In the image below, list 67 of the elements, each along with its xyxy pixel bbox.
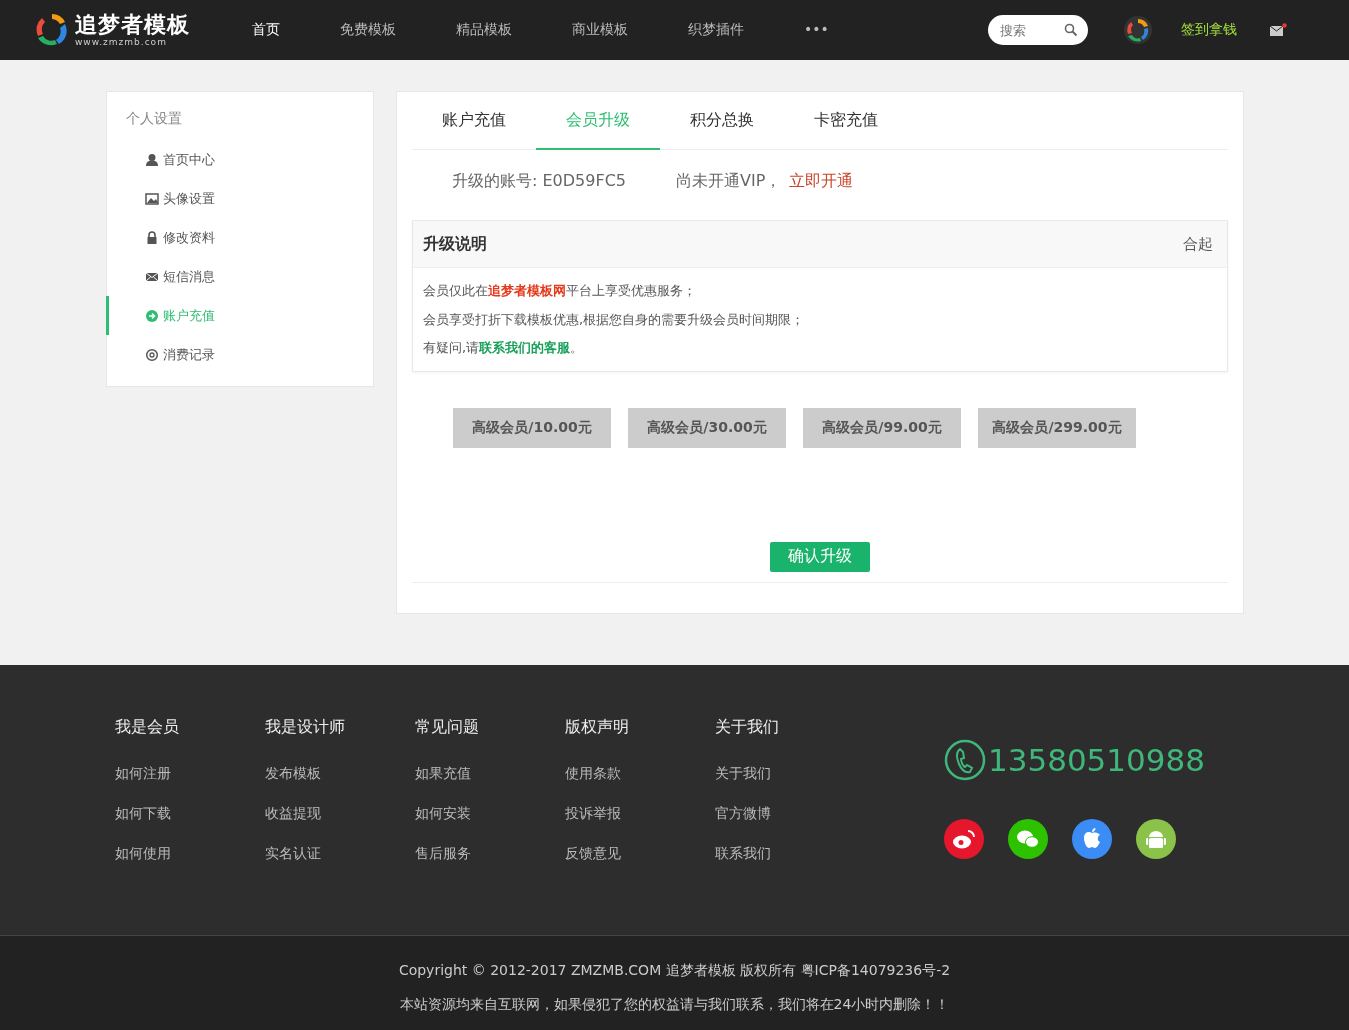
footer-link[interactable]: 实名认证 [265, 844, 415, 885]
sidebar-item[interactable]: 短信消息 [106, 257, 373, 296]
nav-link[interactable]: ••• [804, 21, 829, 39]
ring-icon [145, 347, 159, 362]
account-label: 升级的账号: E0D59FC5 [452, 170, 626, 192]
footer-link[interactable]: 发布模板 [265, 764, 415, 805]
footer-link[interactable]: 关于我们 [715, 764, 865, 805]
plan-button[interactable]: 高级会员/299.00元 [978, 407, 1136, 448]
phone-icon [944, 738, 986, 781]
footer-link[interactable]: 反馈意见 [565, 844, 715, 885]
logo-url: www.zmzmb.com [75, 37, 168, 47]
footer-link[interactable]: 使用条款 [565, 764, 715, 805]
footer-link[interactable]: 售后服务 [415, 844, 565, 885]
collapse-link[interactable]: 合起 [1183, 234, 1213, 254]
footer-link[interactable]: 收益提现 [265, 804, 415, 845]
footer-link[interactable]: 如何使用 [115, 844, 265, 885]
phone-number: 13580510988 [988, 741, 1205, 778]
activate-link[interactable]: 立即开通 [789, 170, 854, 192]
vip-status: 尚未开通VIP， [676, 170, 782, 192]
arrow-circle-icon [145, 308, 159, 323]
avatar-icon[interactable] [1123, 15, 1153, 45]
signin-link[interactable]: 签到拿钱 [1181, 21, 1237, 39]
nav-link[interactable]: 首页 [252, 21, 280, 39]
footer-link[interactable]: 官方微博 [715, 804, 865, 845]
lock-icon [145, 230, 159, 245]
user-icon [145, 152, 159, 167]
info-text: 有疑问,请联系我们的客服。 [423, 339, 585, 357]
footer-link[interactable]: 如何下载 [115, 804, 265, 845]
footer-link[interactable]: 如果充值 [415, 764, 565, 805]
footer-heading: 常见问题 [415, 716, 480, 738]
footer-heading: 我是会员 [115, 716, 180, 738]
tab[interactable]: 卡密充值 [784, 92, 908, 150]
tab[interactable]: 账户充值 [412, 92, 536, 150]
plan-button[interactable]: 高级会员/10.00元 [453, 407, 611, 448]
footer-link[interactable]: 如何安装 [415, 804, 565, 845]
nav-link[interactable]: 织梦插件 [688, 21, 744, 39]
sidebar-title: 个人设置 [125, 110, 183, 128]
footer-link[interactable]: 联系我们 [715, 844, 865, 885]
wechat-icon[interactable] [1008, 818, 1048, 859]
weibo-icon[interactable] [944, 818, 984, 859]
info-text: 会员享受打折下载模板优惠,根据您自身的需要升级会员时间期限； [423, 310, 806, 329]
nav-link[interactable]: 免费模板 [340, 21, 396, 39]
panel-title: 升级说明 [423, 233, 487, 255]
mail-icon[interactable] [1269, 23, 1287, 37]
copyright-text: Copyright © 2012-2017 ZMZMB.COM 追梦者模板 版权所有 粤ICP备14079236号-2 [397, 961, 952, 980]
footer-link[interactable]: 如何注册 [115, 764, 265, 805]
search-field[interactable]: 搜索 [988, 15, 1088, 45]
nav-link[interactable]: 商业模板 [572, 21, 628, 39]
info-text: 会员仅此在追梦者模板网平台上享受优惠服务； [423, 282, 697, 300]
nav-link[interactable]: 精品模板 [456, 21, 512, 39]
notice-text: 本站资源均来自互联网，如果侵犯了您的权益请与我们联系，我们将在24小时内删除！！ [398, 995, 951, 1014]
search-icon[interactable] [1064, 23, 1078, 37]
footer-link[interactable]: 投诉举报 [565, 804, 715, 845]
image-icon [145, 191, 159, 206]
footer-heading: 版权声明 [565, 716, 630, 738]
logo-text[interactable]: 追梦者模板 [75, 13, 190, 36]
footer-heading: 关于我们 [715, 716, 780, 738]
footer-heading: 我是设计师 [265, 716, 346, 738]
apple-icon[interactable] [1072, 818, 1112, 859]
plan-button[interactable]: 高级会员/99.00元 [803, 407, 961, 448]
sidebar-item[interactable]: 头像设置 [106, 179, 373, 218]
plan-button[interactable]: 高级会员/30.00元 [628, 407, 786, 448]
sidebar-item[interactable]: 修改资料 [106, 218, 373, 257]
tab[interactable]: 积分总换 [660, 92, 784, 150]
android-icon[interactable] [1136, 818, 1176, 859]
sidebar-item[interactable]: 首页中心 [106, 140, 373, 179]
sidebar-item[interactable]: 消费记录 [106, 335, 373, 374]
